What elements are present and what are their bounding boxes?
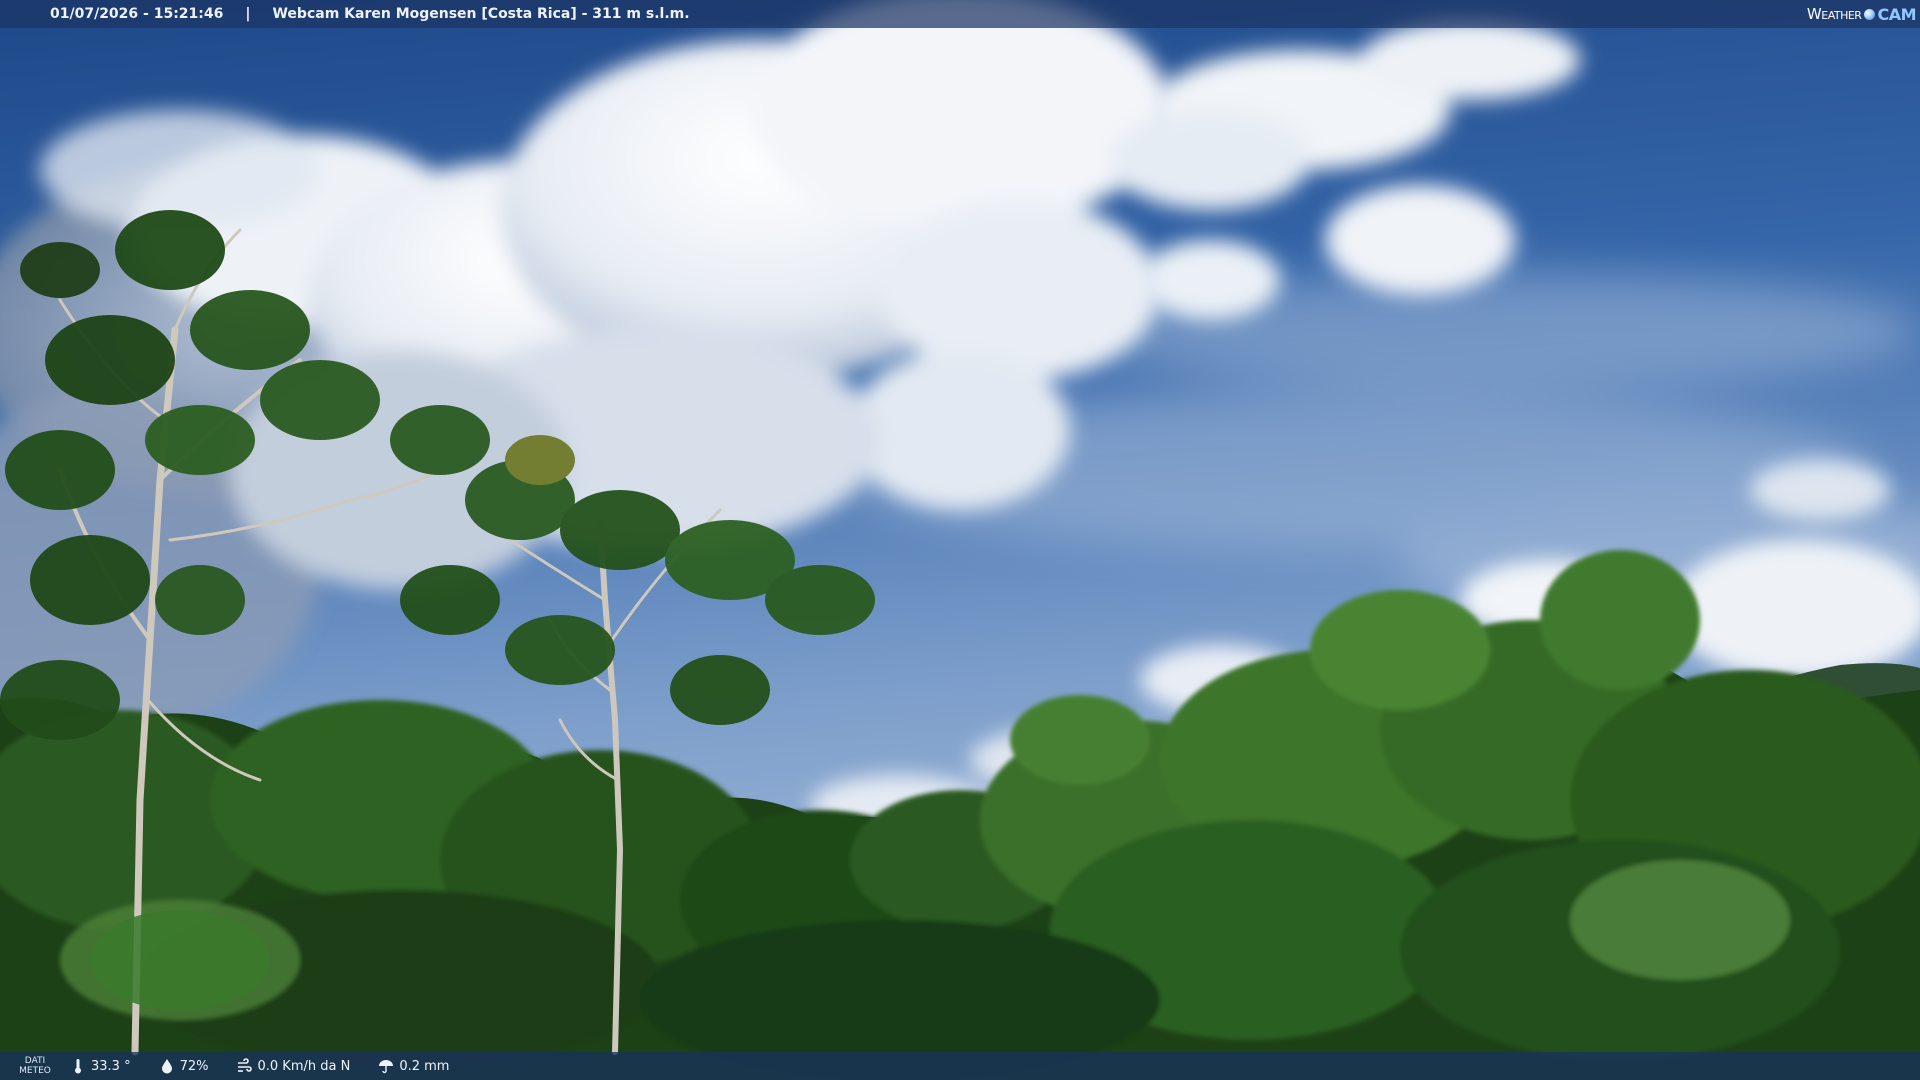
rain-icon [379,1060,394,1074]
weather-data-bar: DATI METEO 33.3 ° 72% 0.0 Km/h da N 0.2 … [0,1052,1920,1080]
humidity-drop-icon [161,1059,172,1074]
weather-data-label: DATI METEO [0,1056,70,1076]
datetime-text: 01/07/2026 - 15:21:46 [50,6,224,22]
webcam-caption: Webcam Karen Mogensen [Costa Rica] - 311… [272,6,690,22]
webcam-scene [0,0,1920,1080]
rain-reading: 0.2 mm [378,1058,449,1074]
thermometer-icon [75,1059,81,1074]
separator: | [245,6,251,22]
rain-value: 0.2 mm [399,1058,450,1074]
label-line-2: METEO [19,1066,51,1076]
logo-text-cam: CAM [1877,4,1916,24]
top-info-bar: 01/07/2026 - 15:21:46 | Webcam Karen Mog… [0,0,1920,28]
weathercam-logo[interactable]: Weather CAM [1806,3,1917,25]
wind-icon [238,1058,253,1072]
logo-globe-icon [1864,8,1876,20]
temperature-reading: 33.3 ° [70,1058,131,1074]
humidity-reading: 72% [159,1058,209,1074]
humidity-value: 72% [179,1058,209,1074]
wind-reading: 0.0 Km/h da N [236,1058,350,1074]
temperature-value: 33.3 ° [91,1058,131,1074]
label-line-1: DATI [24,1056,46,1066]
logo-text-weather: Weather [1806,5,1862,23]
wind-value: 0.0 Km/h da N [257,1058,351,1074]
